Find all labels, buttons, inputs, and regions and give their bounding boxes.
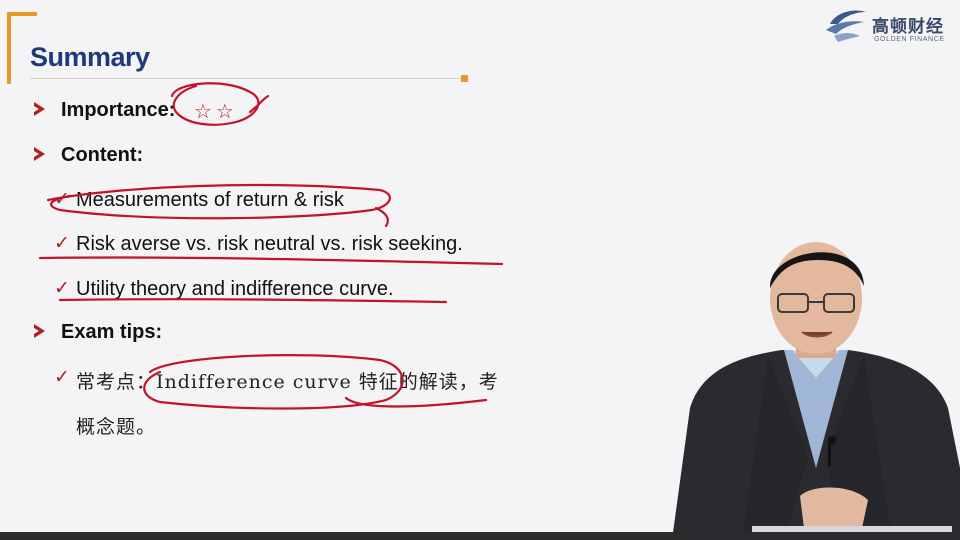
annotation-tail-stars <box>248 94 270 114</box>
golden-finance-logo-icon <box>826 10 866 42</box>
annotation-underline-tip <box>344 396 488 408</box>
content-label: Content: <box>61 144 144 166</box>
slide-title: Summary <box>30 42 150 72</box>
content-point-3: Utility theory and indifference curve. <box>76 278 394 300</box>
title-underline-dot <box>461 75 468 82</box>
lecture-slide: Summary 高顿财经 GOLDEN FINANCE Importance: … <box>0 0 960 540</box>
arrow-bullet-icon <box>34 324 45 338</box>
exam-tips-label: Exam tips: <box>61 321 163 343</box>
title-underline <box>30 78 462 79</box>
content-point-1: Measurements of return & risk <box>76 189 344 211</box>
video-bottom-bar <box>0 532 960 540</box>
check-icon: ✓ <box>54 366 70 388</box>
check-icon: ✓ <box>54 277 70 299</box>
brand-logo: 高顿财经 GOLDEN FINANCE <box>822 6 958 46</box>
importance-stars: ☆☆ <box>194 101 238 123</box>
annotation-underline-risk <box>38 256 504 266</box>
exam-tip-line-2: 概念题。 <box>76 416 157 438</box>
logo-name-chinese: 高顿财经 <box>872 17 944 37</box>
logo-name-english: GOLDEN FINANCE <box>874 36 945 43</box>
check-icon: ✓ <box>54 188 70 210</box>
importance-label: Importance: <box>61 99 176 121</box>
annotation-tail-measurements <box>374 206 389 228</box>
arrow-bullet-icon <box>34 147 45 161</box>
content-point-2: Risk averse vs. risk neutral vs. risk se… <box>76 233 463 255</box>
exam-tip-line-1: 常考点：Indifference curve 特征的解读，考 <box>76 371 499 393</box>
arrow-bullet-icon <box>34 102 45 116</box>
check-icon: ✓ <box>54 232 70 254</box>
presenter-video <box>672 242 960 540</box>
